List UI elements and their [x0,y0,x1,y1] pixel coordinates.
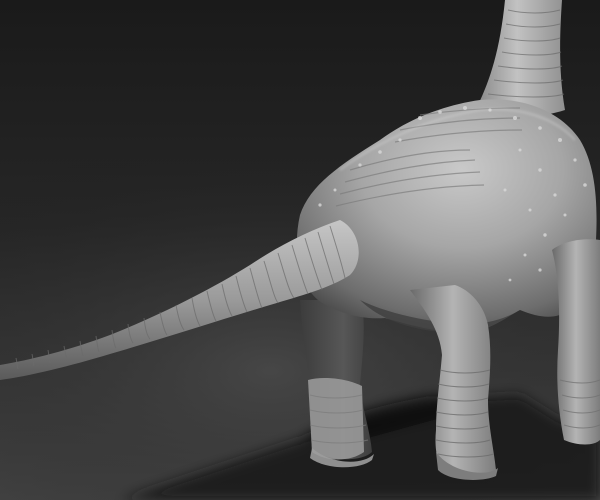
viewport [0,0,600,500]
sculpt-render [0,0,600,500]
